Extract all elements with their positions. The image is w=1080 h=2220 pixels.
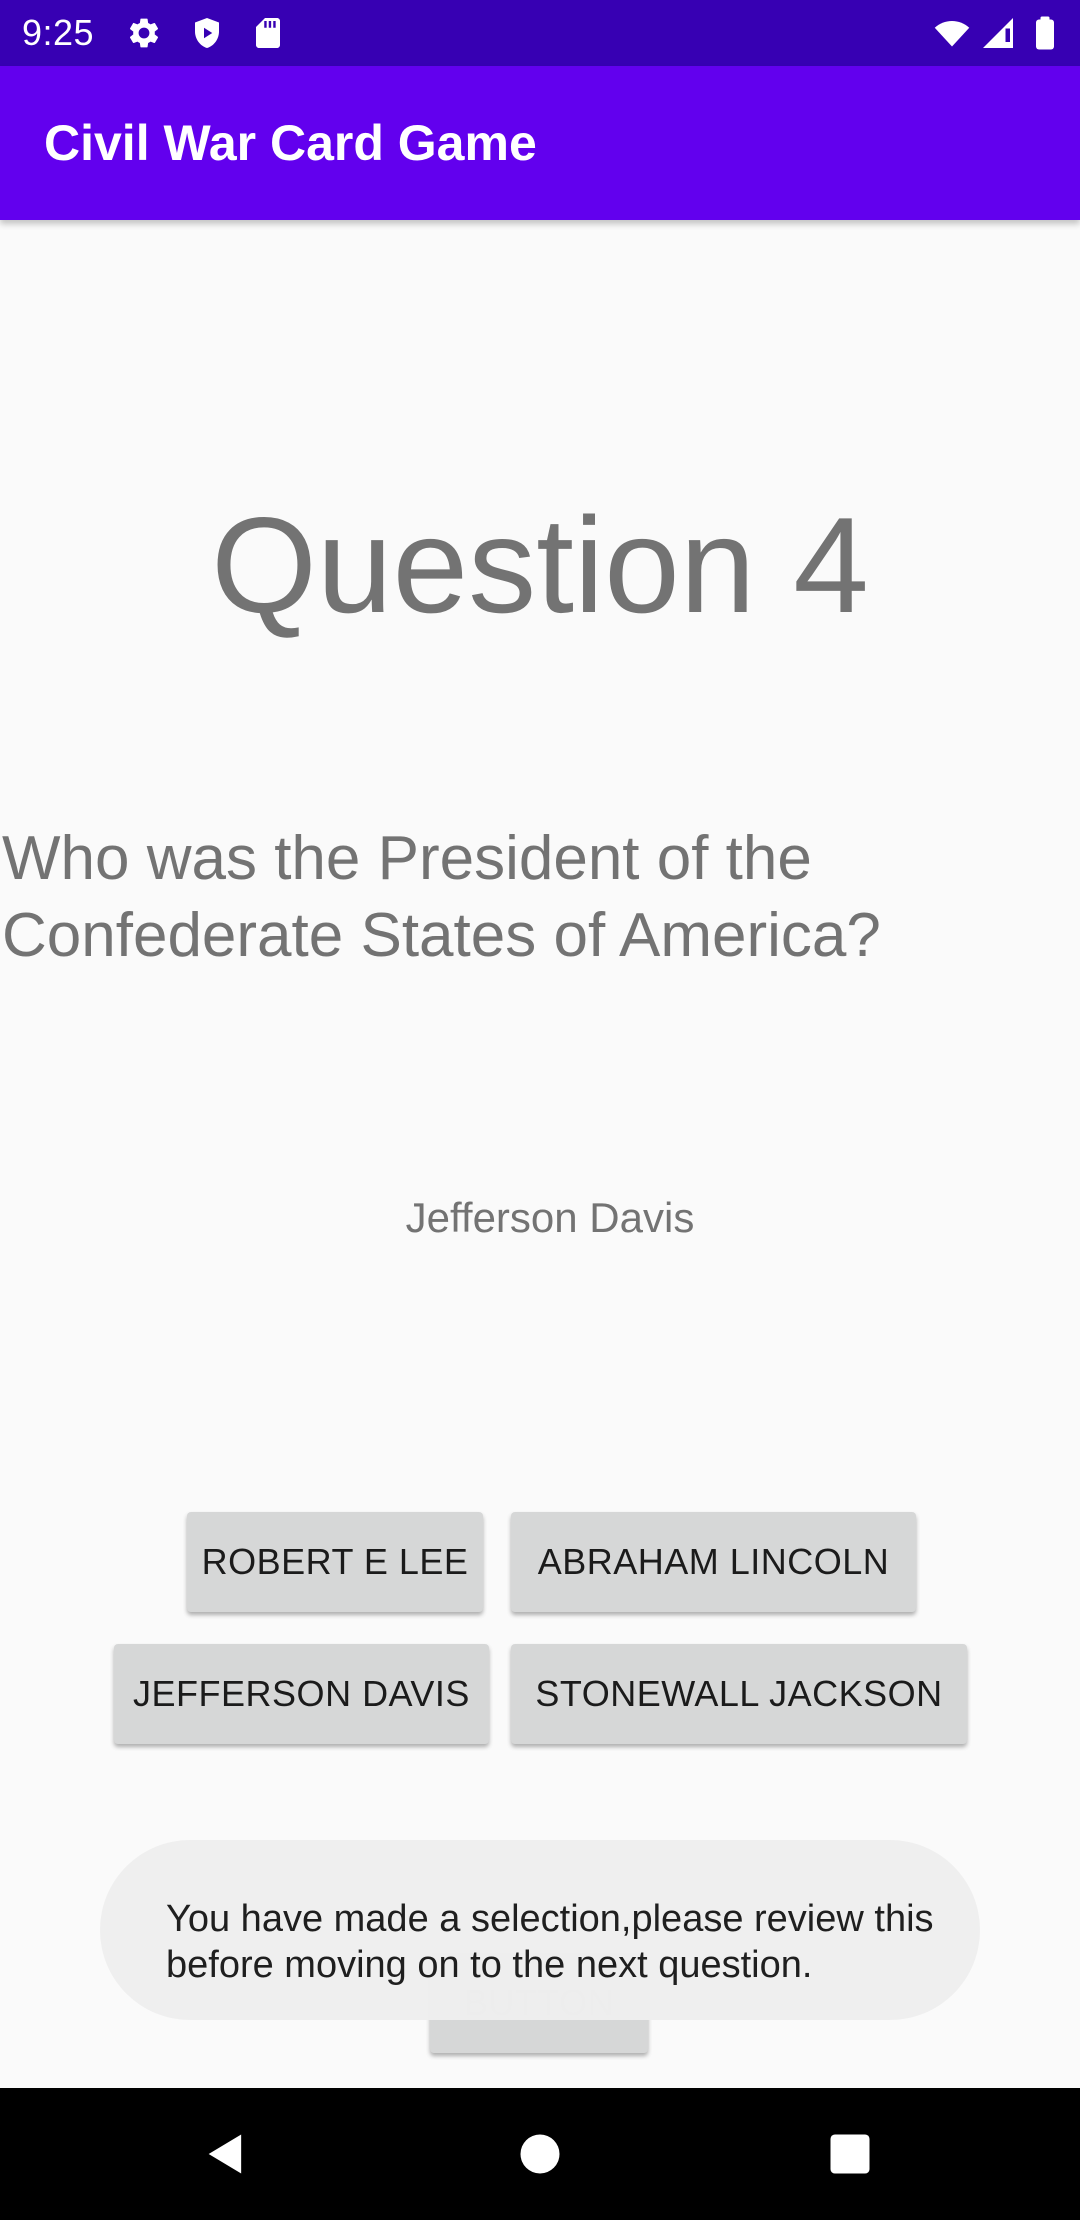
- toast-message: You have made a selection,please review …: [100, 1840, 980, 2020]
- signal-icon: [980, 15, 1016, 51]
- option-abraham-lincoln-button[interactable]: ABRAHAM LINCOLN: [511, 1512, 916, 1612]
- status-time: 9:25: [22, 12, 95, 53]
- back-icon[interactable]: [200, 2128, 252, 2180]
- shield-icon: [189, 15, 225, 51]
- selected-answer: Jefferson Davis: [405, 1194, 695, 1241]
- home-icon[interactable]: [514, 2128, 566, 2180]
- app-bar: Civil War Card Game: [0, 66, 1080, 220]
- recents-icon[interactable]: [824, 2128, 876, 2180]
- gear-icon: [126, 15, 162, 51]
- option-stonewall-jackson-button[interactable]: STONEWALL JACKSON: [511, 1644, 967, 1744]
- navigation-bar: [0, 2088, 1080, 2220]
- battery-icon: [1032, 15, 1058, 51]
- screen: 9:25 Civil War Card Game Question 4 Who …: [0, 0, 1080, 2220]
- option-robert-e-lee-button[interactable]: ROBERT E LEE: [187, 1512, 483, 1612]
- status-bar: 9:25: [0, 0, 1080, 66]
- question-number: Question 4: [211, 489, 869, 641]
- option-jefferson-davis-button[interactable]: JEFFERSON DAVIS: [114, 1644, 489, 1744]
- wifi-icon: [934, 15, 970, 51]
- app-title: Civil War Card Game: [44, 115, 537, 171]
- sd-card-icon: [250, 15, 286, 51]
- question-text: Who was the President of the Confederate…: [2, 824, 881, 970]
